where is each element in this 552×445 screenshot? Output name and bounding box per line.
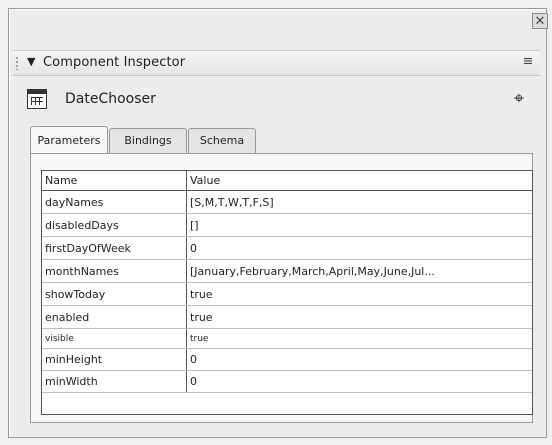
param-name: minHeight xyxy=(42,349,187,370)
panel-header[interactable]: ▼ Component Inspector ≡ xyxy=(13,50,540,76)
table-row[interactable]: minWidth 0 xyxy=(42,371,532,393)
column-header-name[interactable]: Name xyxy=(42,171,187,190)
param-name: minWidth xyxy=(42,371,187,392)
param-name: dayNames xyxy=(42,191,187,213)
param-value[interactable]: 0 xyxy=(187,237,532,259)
parameters-panel: Name Value dayNames [S,M,T,W,T,F,S] disa… xyxy=(30,153,533,423)
panel-title: Component Inspector xyxy=(43,55,186,70)
table-row[interactable]: dayNames [S,M,T,W,T,F,S] xyxy=(42,191,532,214)
grid-header: Name Value xyxy=(42,171,532,191)
param-value[interactable]: [January,February,March,April,May,June,J… xyxy=(187,260,532,282)
close-icon[interactable]: ✕ xyxy=(532,13,548,29)
options-menu-icon[interactable]: ≡ xyxy=(520,54,536,70)
tab-bindings[interactable]: Bindings xyxy=(109,128,187,153)
param-value[interactable]: true xyxy=(187,306,532,328)
component-row: DateChooser ⌖ xyxy=(27,86,532,116)
param-value[interactable]: true xyxy=(187,329,532,348)
column-header-value[interactable]: Value xyxy=(187,171,532,190)
table-row[interactable]: enabled true xyxy=(42,306,532,329)
table-row[interactable]: disabledDays [] xyxy=(42,214,532,237)
table-row[interactable]: minHeight 0 xyxy=(42,349,532,371)
param-name: monthNames xyxy=(42,260,187,282)
param-name: showToday xyxy=(42,283,187,305)
tab-schema[interactable]: Schema xyxy=(188,128,256,153)
param-name: firstDayOfWeek xyxy=(42,237,187,259)
inspect-target-icon[interactable]: ⌖ xyxy=(506,86,532,112)
param-value[interactable]: 0 xyxy=(187,371,532,392)
param-value[interactable]: [] xyxy=(187,214,532,236)
param-name: disabledDays xyxy=(42,214,187,236)
collapse-arrow-icon[interactable]: ▼ xyxy=(27,55,35,68)
calendar-grid-icon xyxy=(27,89,47,109)
param-value[interactable]: [S,M,T,W,T,F,S] xyxy=(187,191,532,213)
table-row[interactable]: monthNames [January,February,March,April… xyxy=(42,260,532,283)
component-name: DateChooser xyxy=(65,91,156,107)
parameters-grid: Name Value dayNames [S,M,T,W,T,F,S] disa… xyxy=(41,170,533,415)
param-name: visible xyxy=(42,329,187,348)
table-row[interactable]: firstDayOfWeek 0 xyxy=(42,237,532,260)
table-row[interactable]: showToday true xyxy=(42,283,532,306)
table-row[interactable]: visible true xyxy=(42,329,532,349)
param-value[interactable]: true xyxy=(187,283,532,305)
tab-parameters[interactable]: Parameters xyxy=(30,126,108,153)
param-name: enabled xyxy=(42,306,187,328)
drag-grip-icon[interactable] xyxy=(15,56,19,70)
param-value[interactable]: 0 xyxy=(187,349,532,370)
